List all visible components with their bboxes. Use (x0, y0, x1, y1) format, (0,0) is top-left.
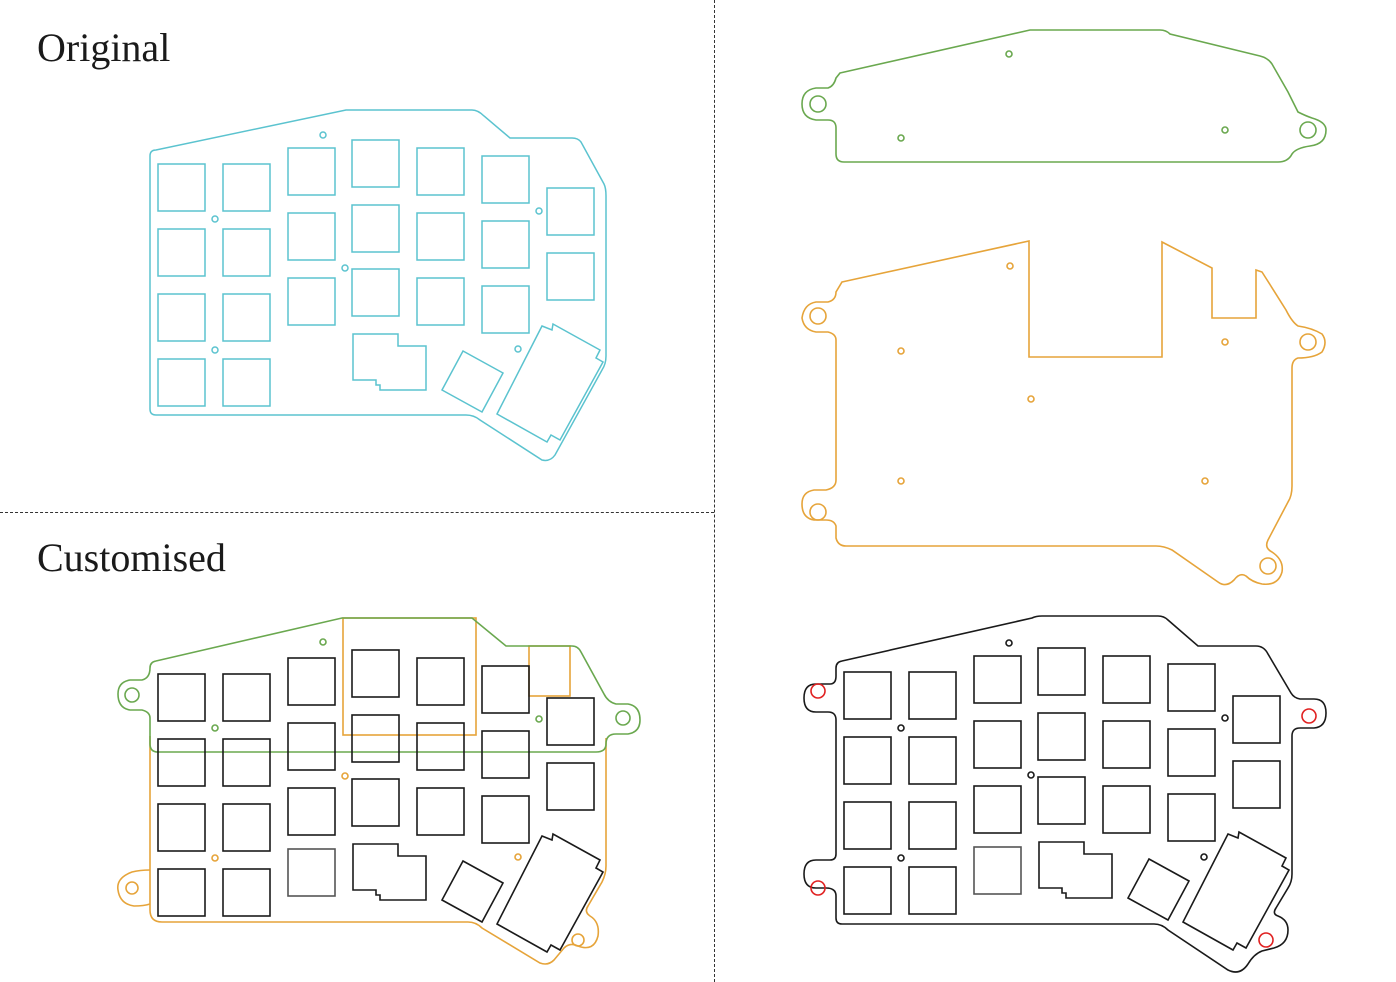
switch-plate (803, 615, 1327, 973)
plates-drawing (116, 29, 1327, 973)
customised-composite (116, 617, 641, 965)
mount-hole-icon (810, 683, 826, 699)
bottom-plate (801, 240, 1326, 586)
top-cover-plate (801, 29, 1327, 163)
diagram-canvas: Original Customised (0, 0, 1396, 982)
original-plate (149, 109, 607, 462)
mount-hole-icon (1258, 932, 1274, 948)
mount-hole-icon (1301, 708, 1317, 724)
